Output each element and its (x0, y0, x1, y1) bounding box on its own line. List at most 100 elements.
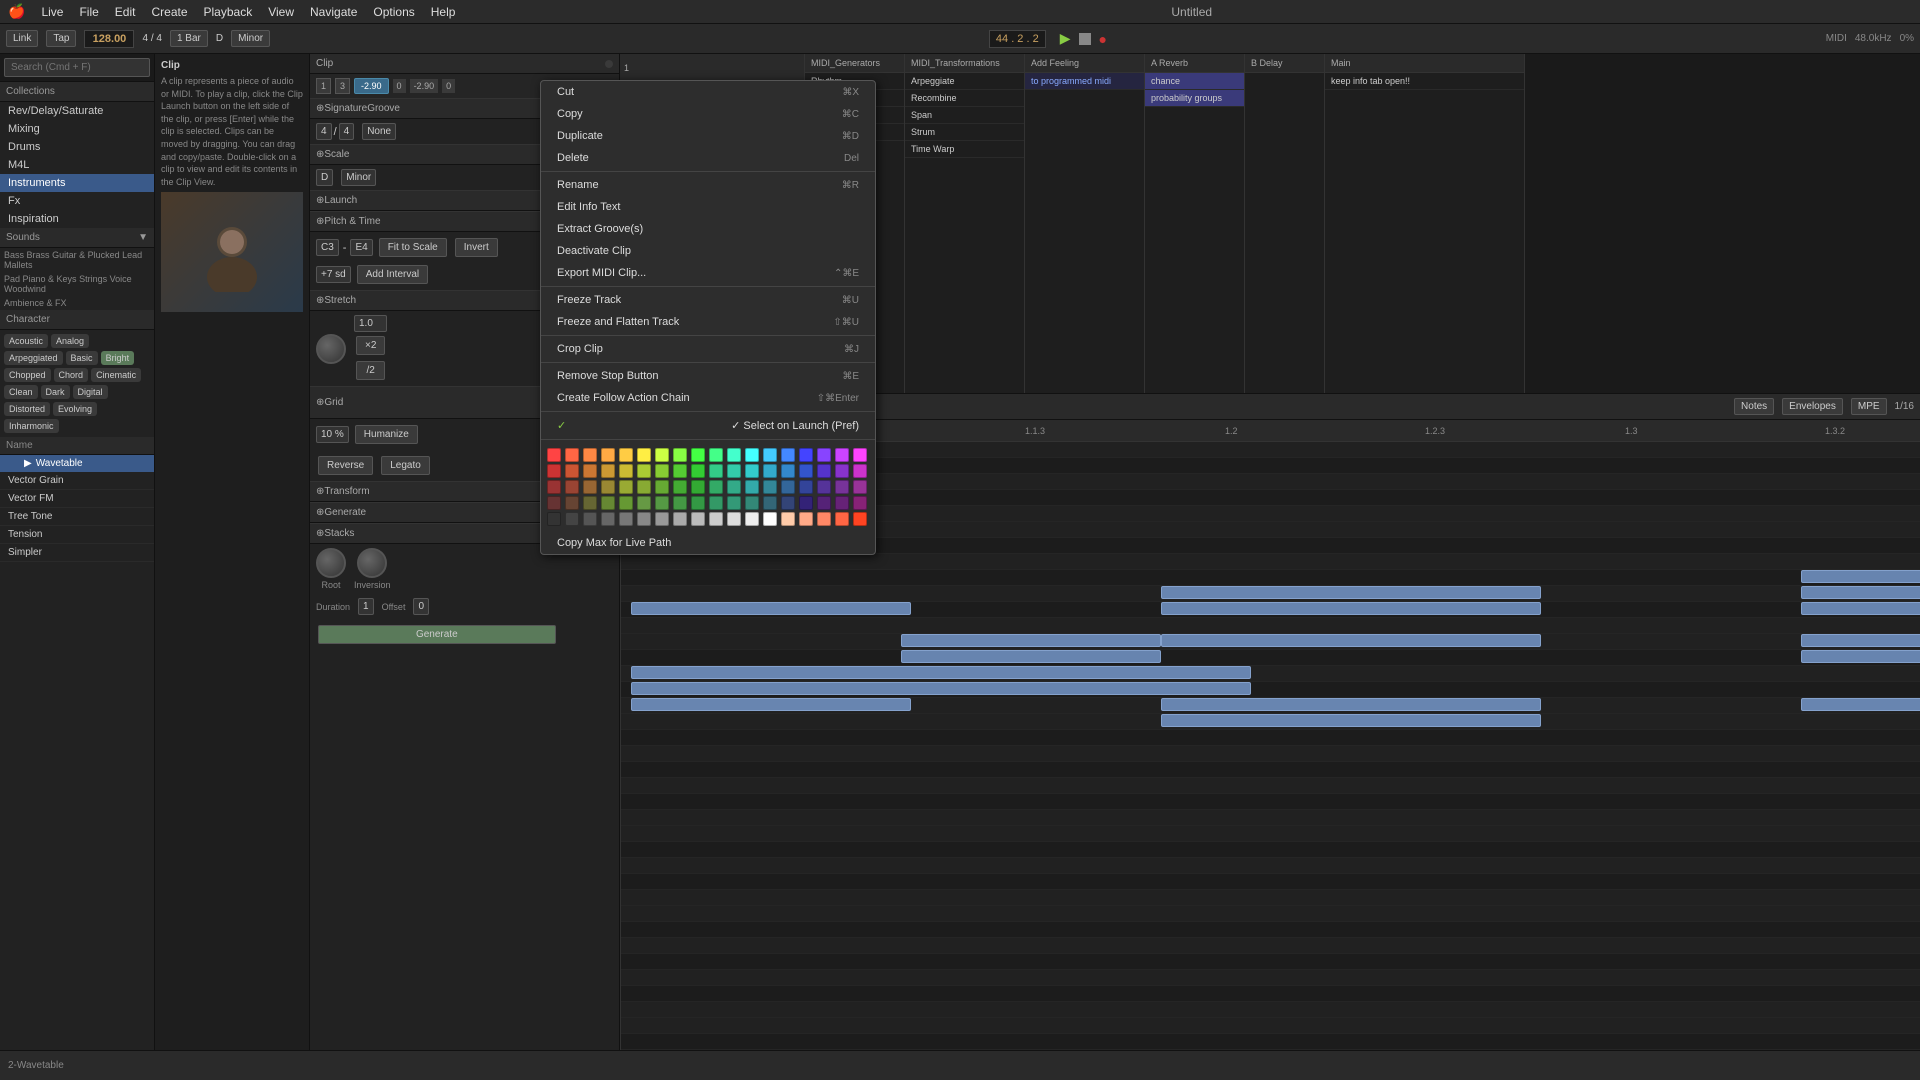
humanize-btn[interactable]: Humanize (355, 425, 418, 444)
color-swatch-51[interactable] (817, 480, 831, 494)
tag-arpeggiated[interactable]: Arpeggiated (4, 351, 63, 365)
menu-options[interactable]: Options (373, 5, 414, 19)
sidebar-item-rev-delay[interactable]: Rev/Delay/Saturate (0, 102, 154, 120)
clip-name-display[interactable]: -2.90 (354, 78, 389, 94)
color-swatch-84[interactable] (763, 512, 777, 526)
color-swatch-5[interactable] (637, 448, 651, 462)
color-swatch-17[interactable] (853, 448, 867, 462)
sidebar-item-drums[interactable]: Drums (0, 138, 154, 156)
midi-note-11[interactable] (1801, 650, 1920, 663)
color-swatch-59[interactable] (637, 496, 651, 510)
tag-dark[interactable]: Dark (41, 385, 70, 399)
ctx-copy[interactable]: Copy ⌘C (541, 103, 875, 125)
div2-btn[interactable]: /2 (356, 361, 385, 380)
tag-evolving[interactable]: Evolving (53, 402, 97, 416)
stretch-val[interactable]: 1.0 (354, 315, 387, 332)
color-swatch-7[interactable] (673, 448, 687, 462)
tag-cinematic[interactable]: Cinematic (91, 368, 141, 382)
tag-analog[interactable]: Analog (51, 334, 89, 348)
to-programmed-midi-slot[interactable]: to programmed midi (1025, 73, 1144, 90)
color-swatch-68[interactable] (799, 496, 813, 510)
color-swatch-82[interactable] (727, 512, 741, 526)
color-swatch-77[interactable] (637, 512, 651, 526)
tag-bright[interactable]: Bright (101, 351, 135, 365)
ctx-follow-action[interactable]: Create Follow Action Chain ⇧⌘Enter (541, 387, 875, 409)
probability-groups-slot[interactable]: probability groups (1145, 90, 1244, 107)
browser-item-vector-fm[interactable]: Vector FM (0, 490, 154, 508)
ctx-rename[interactable]: Rename ⌘R (541, 174, 875, 196)
sidebar-item-instruments[interactable]: Instruments (0, 174, 154, 192)
tag-distorted[interactable]: Distorted (4, 402, 50, 416)
color-swatch-52[interactable] (835, 480, 849, 494)
link-button[interactable]: Link (6, 30, 38, 47)
inversion-knob[interactable] (357, 548, 387, 578)
color-swatch-87[interactable] (817, 512, 831, 526)
mpe-tab[interactable]: MPE (1851, 398, 1887, 415)
ctx-select-on-launch[interactable]: ✓ Select on Launch (Pref) (541, 414, 875, 437)
color-swatch-80[interactable] (691, 512, 705, 526)
color-swatch-18[interactable] (547, 464, 561, 478)
sidebar-item-m4l[interactable]: M4L (0, 156, 154, 174)
color-swatch-53[interactable] (853, 480, 867, 494)
color-swatch-32[interactable] (799, 464, 813, 478)
color-swatch-13[interactable] (781, 448, 795, 462)
color-swatch-86[interactable] (799, 512, 813, 526)
transpose-low[interactable]: C3 (316, 239, 339, 256)
tag-basic[interactable]: Basic (66, 351, 98, 365)
color-swatch-76[interactable] (619, 512, 633, 526)
midi-note-6[interactable] (1161, 698, 1541, 711)
color-swatch-85[interactable] (781, 512, 795, 526)
color-swatch-35[interactable] (853, 464, 867, 478)
ctx-freeze[interactable]: Freeze Track ⌘U (541, 289, 875, 311)
add-interval-btn[interactable]: Add Interval (357, 265, 428, 284)
strum-slot[interactable]: Strum (905, 124, 1024, 141)
color-swatch-31[interactable] (781, 464, 795, 478)
browser-item-vector-grain[interactable]: Vector Grain (0, 472, 154, 490)
color-swatch-10[interactable] (727, 448, 741, 462)
color-swatch-0[interactable] (547, 448, 561, 462)
color-swatch-75[interactable] (601, 512, 615, 526)
color-swatch-26[interactable] (691, 464, 705, 478)
play-button[interactable]: ▶ (1060, 30, 1071, 47)
color-swatch-4[interactable] (619, 448, 633, 462)
color-swatch-56[interactable] (583, 496, 597, 510)
fit-to-scale-btn[interactable]: Fit to Scale (379, 238, 447, 257)
midi-note-13[interactable] (1801, 698, 1920, 711)
sidebar-item-mixing[interactable]: Mixing (0, 120, 154, 138)
color-swatch-48[interactable] (763, 480, 777, 494)
color-swatch-70[interactable] (835, 496, 849, 510)
search-input[interactable] (4, 58, 150, 77)
midi-note-0[interactable] (631, 602, 911, 615)
color-swatch-37[interactable] (565, 480, 579, 494)
color-swatch-74[interactable] (583, 512, 597, 526)
generate-button[interactable]: Generate (318, 625, 556, 644)
detune-value[interactable]: +7 sd (316, 266, 351, 283)
envelopes-tab[interactable]: Envelopes (1782, 398, 1843, 415)
color-swatch-12[interactable] (763, 448, 777, 462)
color-swatch-60[interactable] (655, 496, 669, 510)
ctx-delete[interactable]: Delete Del (541, 147, 875, 169)
menu-playback[interactable]: Playback (204, 5, 253, 19)
midi-note-8[interactable] (1161, 602, 1541, 615)
color-swatch-73[interactable] (565, 512, 579, 526)
color-swatch-58[interactable] (619, 496, 633, 510)
ctx-remove-stop[interactable]: Remove Stop Button ⌘E (541, 365, 875, 387)
meter-display[interactable]: 4 / 4 (142, 33, 161, 44)
menu-live[interactable]: Live (41, 5, 63, 19)
color-swatch-19[interactable] (565, 464, 579, 478)
color-swatch-6[interactable] (655, 448, 669, 462)
ctx-copy-max-path[interactable]: Copy Max for Live Path (541, 532, 875, 554)
color-swatch-46[interactable] (727, 480, 741, 494)
color-swatch-83[interactable] (745, 512, 759, 526)
midi-note-16[interactable] (1801, 634, 1920, 647)
color-swatch-15[interactable] (817, 448, 831, 462)
timewarp-slot[interactable]: Time Warp (905, 141, 1024, 158)
color-swatch-71[interactable] (853, 496, 867, 510)
ctx-extract-groove[interactable]: Extract Groove(s) (541, 218, 875, 240)
color-swatch-21[interactable] (601, 464, 615, 478)
tag-chord[interactable]: Chord (54, 368, 89, 382)
reverse-btn[interactable]: Reverse (318, 456, 373, 475)
clip-color-dot[interactable] (605, 60, 613, 68)
chance-slot[interactable]: chance (1145, 73, 1244, 90)
color-swatch-8[interactable] (691, 448, 705, 462)
